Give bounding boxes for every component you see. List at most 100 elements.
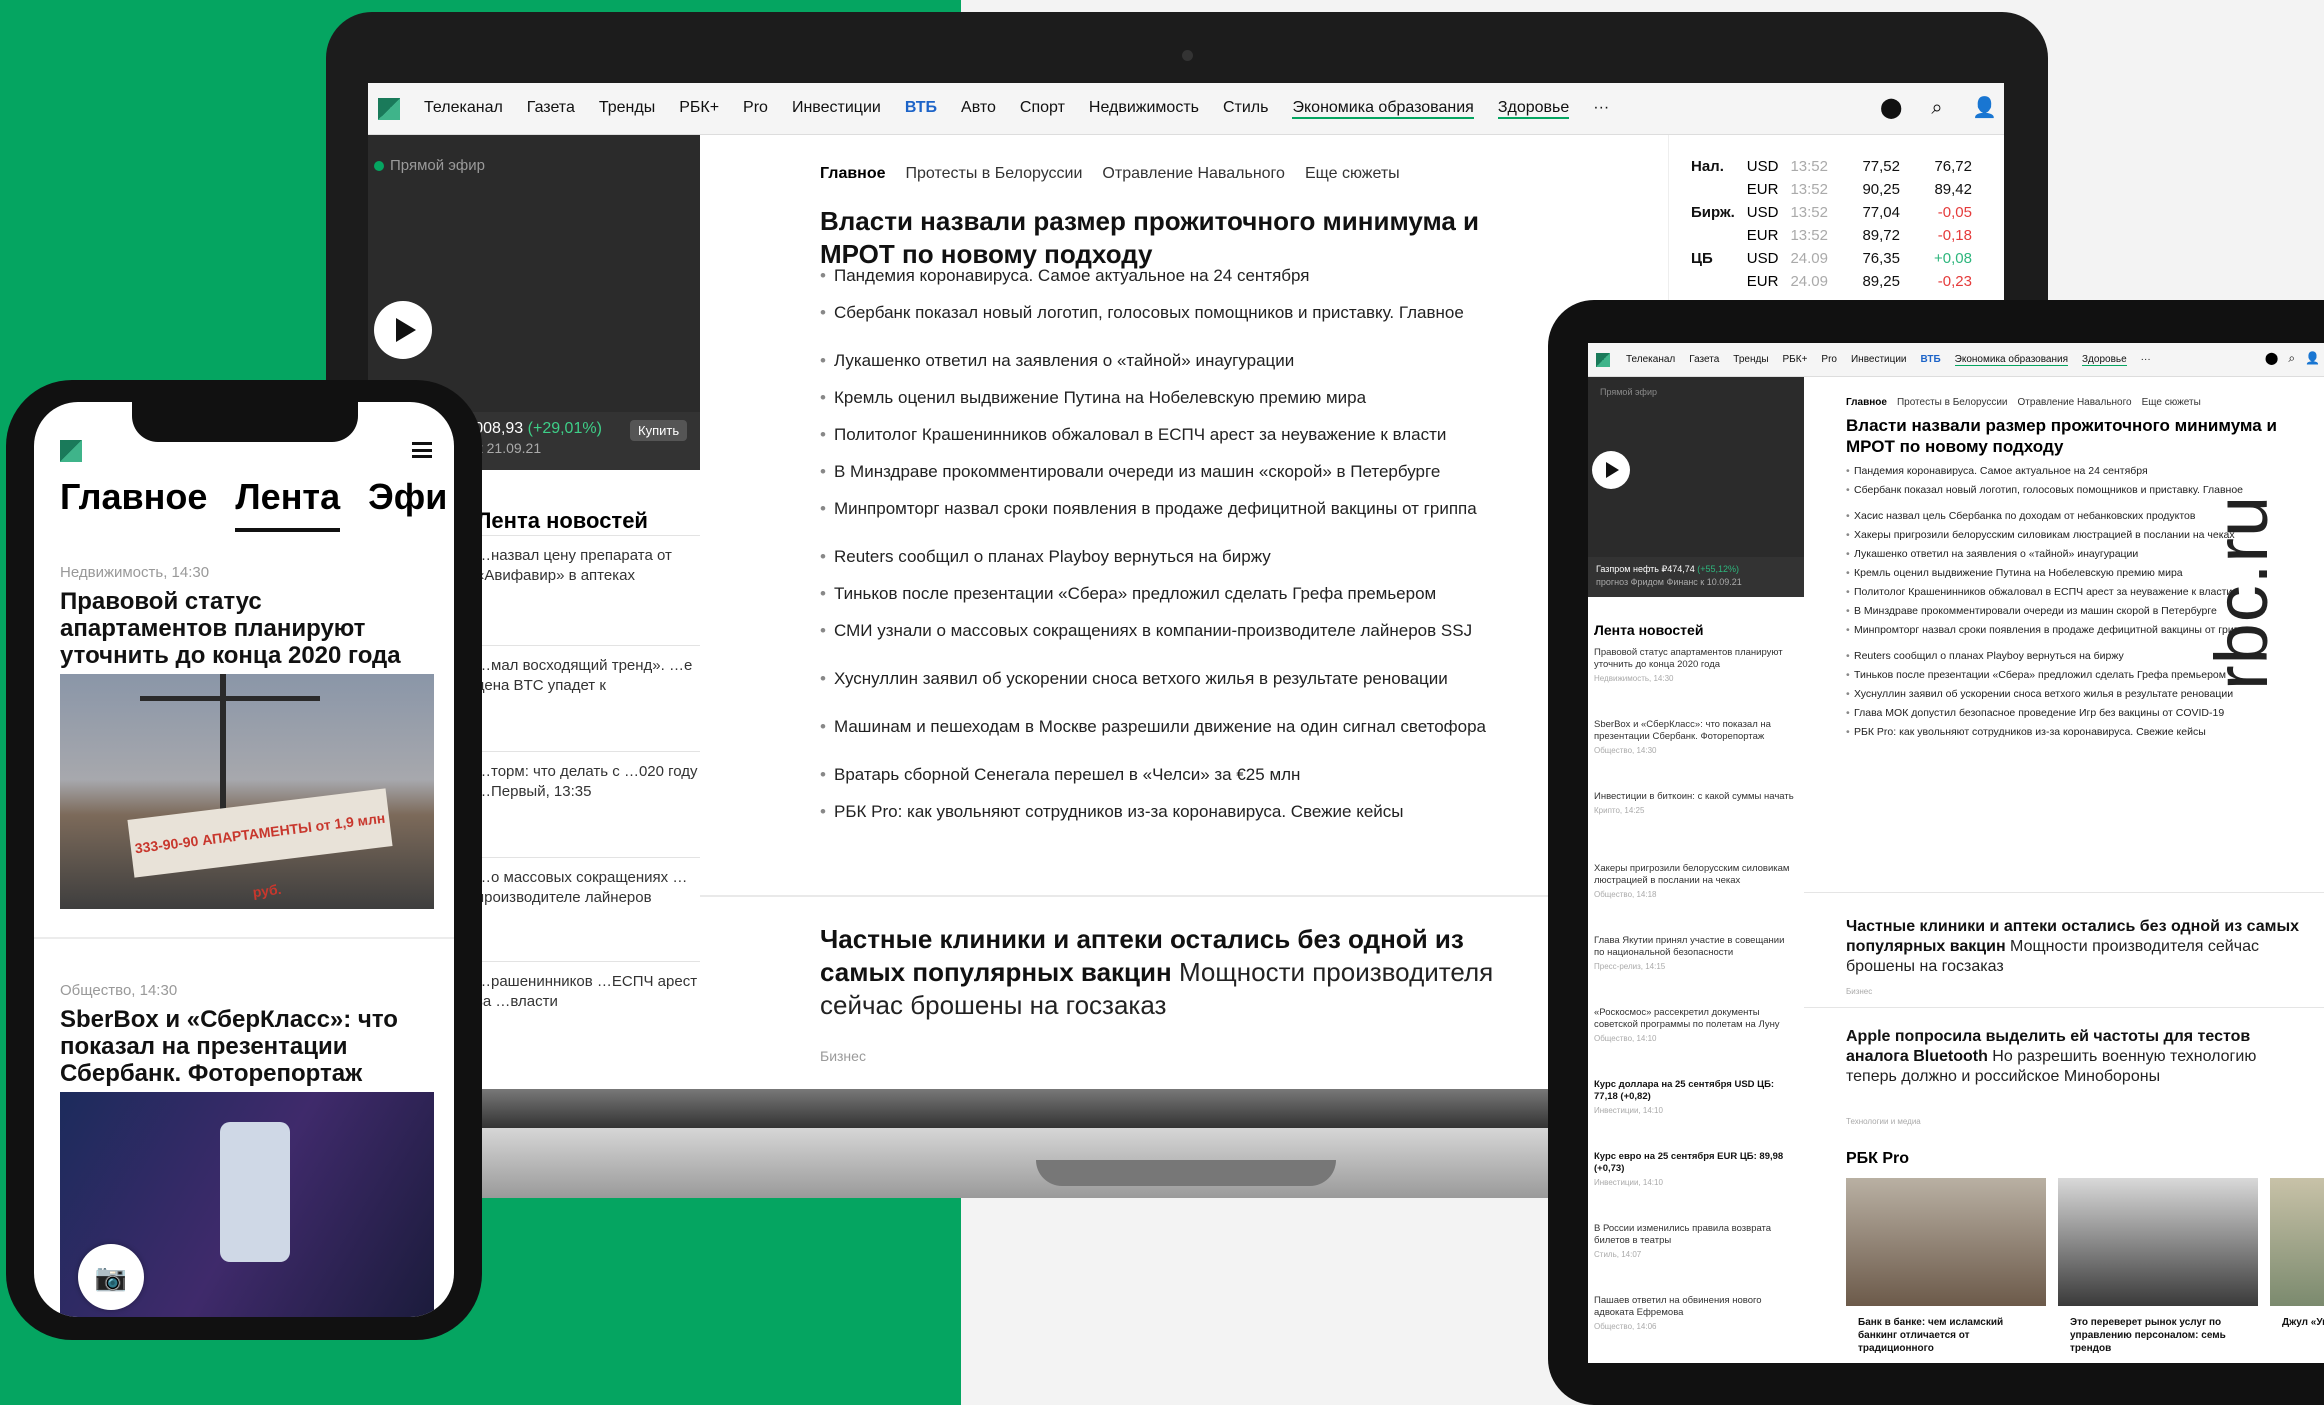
rbc-logo[interactable] bbox=[1596, 352, 1610, 367]
news-feed-item[interactable]: В России изменились правила возврата бил… bbox=[1594, 1223, 1794, 1261]
pro-card[interactable]: Это переверет рынок услуг по управлению … bbox=[2058, 1178, 2258, 1363]
story-tab[interactable]: Отравление Навального bbox=[2018, 397, 2132, 408]
nav-item[interactable]: Тренды bbox=[599, 99, 655, 119]
nav-item[interactable]: Телеканал bbox=[424, 99, 503, 119]
news-bullet[interactable]: Сбербанк показал новый логотип, голосовы… bbox=[820, 302, 1550, 324]
nav-item[interactable]: Экономика образования bbox=[1954, 354, 2069, 366]
story-tab[interactable]: Еще сюжеты bbox=[1305, 165, 1400, 183]
feature-article[interactable]: Частные клиники и аптеки остались без од… bbox=[1846, 917, 2306, 977]
news-bullet[interactable]: Кремль оценил выдвижение Путина на Нобел… bbox=[820, 387, 1550, 409]
feature-category[interactable]: Технологии и медиа bbox=[1846, 1117, 1921, 1126]
nav-item[interactable]: Недвижимость bbox=[1089, 99, 1199, 119]
nav-item[interactable]: Экономика образования bbox=[1292, 99, 1474, 119]
rbc-logo[interactable] bbox=[378, 97, 400, 120]
rate-row[interactable]: Бирж. USD 13:52 77,04 -0,05 bbox=[1685, 201, 1978, 224]
news-feed-item[interactable]: …назвал цену препарата от «Авифавир» в а… bbox=[476, 535, 700, 586]
news-bullet[interactable]: Пандемия коронавируса. Самое актуальное … bbox=[1846, 465, 2316, 478]
location-pin-icon[interactable]: ⬤ bbox=[1880, 97, 1902, 119]
news-feed-item[interactable]: …рашенинников …ЕСПЧ арест за …власти bbox=[476, 961, 700, 1012]
story-tab[interactable]: Протесты в Белоруссии bbox=[1897, 397, 2008, 408]
news-bullet[interactable]: Минпромторг назвал сроки появления в про… bbox=[820, 498, 1550, 520]
pro-card[interactable]: Банк в банке: чем исламский банкинг отли… bbox=[1846, 1178, 2046, 1363]
feature-category[interactable]: Бизнес bbox=[1846, 987, 1872, 996]
nav-item[interactable]: ВТБ bbox=[905, 99, 937, 119]
nav-item[interactable]: Авто bbox=[961, 99, 996, 119]
nav-item[interactable]: Стиль bbox=[1223, 99, 1269, 119]
tablet-live-player[interactable]: Прямой эфир bbox=[1588, 377, 1804, 557]
search-icon[interactable]: ⌕ bbox=[1926, 97, 1948, 119]
news-feed-item[interactable]: Курс доллара на 25 сентября USD ЦБ: 77,1… bbox=[1594, 1079, 1794, 1117]
tab-main[interactable]: Главное bbox=[60, 476, 207, 532]
play-icon[interactable] bbox=[374, 301, 432, 359]
tab-feed[interactable]: Лента bbox=[235, 476, 341, 532]
news-bullet[interactable]: Хуснуллин заявил об ускорении сноса ветх… bbox=[820, 668, 1550, 690]
rbc-logo[interactable] bbox=[60, 440, 82, 462]
nav-item[interactable]: Телеканал bbox=[1626, 354, 1675, 366]
news-bullet[interactable]: Глава МОК допустил безопасное проведение… bbox=[1846, 707, 2316, 720]
buy-button[interactable]: Купить bbox=[630, 420, 688, 441]
rbc-pro-title[interactable]: РБК Pro bbox=[1846, 1150, 1909, 1168]
story-tab[interactable]: Главное bbox=[820, 165, 886, 183]
story-tab[interactable]: Главное bbox=[1846, 397, 1887, 408]
story-tab[interactable]: Отравление Навального bbox=[1102, 165, 1285, 183]
tab-live[interactable]: Эфи bbox=[368, 476, 447, 532]
article-title[interactable]: Правовой статус апартаментов планируют у… bbox=[60, 588, 430, 669]
news-feed-item[interactable]: Глава Якутии принял участие в совещании … bbox=[1594, 935, 1794, 973]
article-title[interactable]: SberBox и «СберКласс»: что показал на пр… bbox=[60, 1006, 430, 1087]
news-feed-item[interactable]: SberBox и «СберКласс»: что показал на пр… bbox=[1594, 719, 1794, 757]
rate-row[interactable]: EUR 13:52 90,25 89,42 bbox=[1685, 178, 1978, 201]
news-bullet[interactable]: СМИ узнали о массовых сокращениях в комп… bbox=[820, 620, 1550, 642]
news-feed-item[interactable]: Курс евро на 25 сентября EUR ЦБ: 89,98 (… bbox=[1594, 1151, 1794, 1189]
rate-row[interactable]: Нал. USD 13:52 77,52 76,72 bbox=[1685, 155, 1978, 178]
nav-item[interactable]: Pro bbox=[743, 99, 768, 119]
news-bullet[interactable]: В Минздраве прокомментировали очереди из… bbox=[820, 461, 1550, 483]
camera-icon[interactable]: 📷 bbox=[78, 1244, 144, 1310]
news-feed-item[interactable]: …о массовых сокращениях …производителе л… bbox=[476, 857, 700, 908]
news-bullet[interactable]: Лукашенко ответил на заявления о «тайной… bbox=[820, 350, 1550, 372]
feature-article[interactable]: Apple попросила выделить ей частоты для … bbox=[1846, 1027, 2306, 1087]
news-feed-item[interactable]: Инвестиции в биткоин: с какой суммы нача… bbox=[1594, 791, 1794, 817]
menu-icon[interactable] bbox=[412, 442, 432, 458]
news-feed-item[interactable]: Пашаев ответил на обвинения нового адвок… bbox=[1594, 1295, 1794, 1333]
search-icon[interactable]: ⌕ bbox=[2288, 351, 2295, 366]
main-headline[interactable]: Власти назвали размер прожиточного миним… bbox=[1846, 415, 2316, 457]
news-bullet[interactable]: Тиньков после презентации «Сбера» предло… bbox=[820, 583, 1550, 605]
play-icon[interactable] bbox=[1592, 451, 1630, 489]
article-image[interactable]: 333-90-90 АПАРТАМЕНТЫ от 1,9 млн руб. bbox=[60, 674, 434, 909]
news-bullet[interactable]: Политолог Крашенинников обжаловал в ЕСПЧ… bbox=[820, 424, 1550, 446]
user-icon[interactable]: 👤 bbox=[2305, 351, 2320, 366]
news-bullet[interactable]: Вратарь сборной Сенегала перешел в «Челс… bbox=[820, 764, 1550, 786]
news-bullet[interactable]: Пандемия коронавируса. Самое актуальное … bbox=[820, 265, 1550, 287]
news-feed-item[interactable]: …торм: что делать с …020 году …Первый, 1… bbox=[476, 751, 700, 802]
news-bullet[interactable]: РБК Pro: как увольняют сотрудников из-за… bbox=[820, 801, 1550, 823]
nav-item[interactable]: ВТБ bbox=[1921, 354, 1941, 366]
nav-item[interactable]: Pro bbox=[1821, 354, 1837, 366]
nav-item[interactable]: Здоровье bbox=[2082, 354, 2127, 366]
rate-row[interactable]: EUR 13:52 89,72 -0,18 bbox=[1685, 224, 1978, 247]
nav-item[interactable]: Газета bbox=[1689, 354, 1719, 366]
nav-item[interactable]: Спорт bbox=[1020, 99, 1065, 119]
nav-item[interactable]: Газета bbox=[527, 99, 575, 119]
main-headline[interactable]: Власти назвали размер прожиточного миним… bbox=[820, 205, 1550, 271]
story-tab[interactable]: Еще сюжеты bbox=[2142, 397, 2201, 408]
rate-row[interactable]: EUR 24.09 89,25 -0,23 bbox=[1685, 270, 1978, 293]
nav-item[interactable]: Инвестиции bbox=[792, 99, 881, 119]
nav-item[interactable]: Здоровье bbox=[1497, 99, 1570, 119]
user-icon[interactable]: 👤 bbox=[1972, 97, 1997, 119]
nav-item[interactable]: РБК+ bbox=[679, 99, 719, 119]
news-feed-item[interactable]: Правовой статус апартаментов планируют у… bbox=[1594, 647, 1794, 685]
nav-item[interactable]: ··· bbox=[1593, 99, 1609, 119]
nav-item[interactable]: РБК+ bbox=[1783, 354, 1808, 366]
rate-row[interactable]: ЦБ USD 24.09 76,35 +0,08 bbox=[1685, 247, 1978, 270]
nav-item[interactable]: ··· bbox=[2141, 354, 2151, 366]
news-feed-item[interactable]: «Роскосмос» рассекретил документы советс… bbox=[1594, 1007, 1794, 1045]
story-tab[interactable]: Протесты в Белоруссии bbox=[906, 165, 1083, 183]
live-player[interactable]: Прямой эфир bbox=[368, 135, 700, 412]
news-feed-item[interactable]: …мал восходящий тренд». …е цена BTC упад… bbox=[476, 645, 700, 696]
news-bullet[interactable]: Машинам и пешеходам в Москве разрешили д… bbox=[820, 716, 1550, 738]
pro-card[interactable]: Джул «Увол интри bbox=[2270, 1178, 2324, 1363]
feature-category[interactable]: Бизнес bbox=[820, 1048, 866, 1064]
news-feed-item[interactable]: Хакеры пригрозили белорусским силовикам … bbox=[1594, 863, 1794, 901]
news-bullet[interactable]: Reuters сообщил о планах Playboy вернуть… bbox=[820, 546, 1550, 568]
feature-article[interactable]: Частные клиники и аптеки остались без од… bbox=[820, 923, 1550, 1022]
